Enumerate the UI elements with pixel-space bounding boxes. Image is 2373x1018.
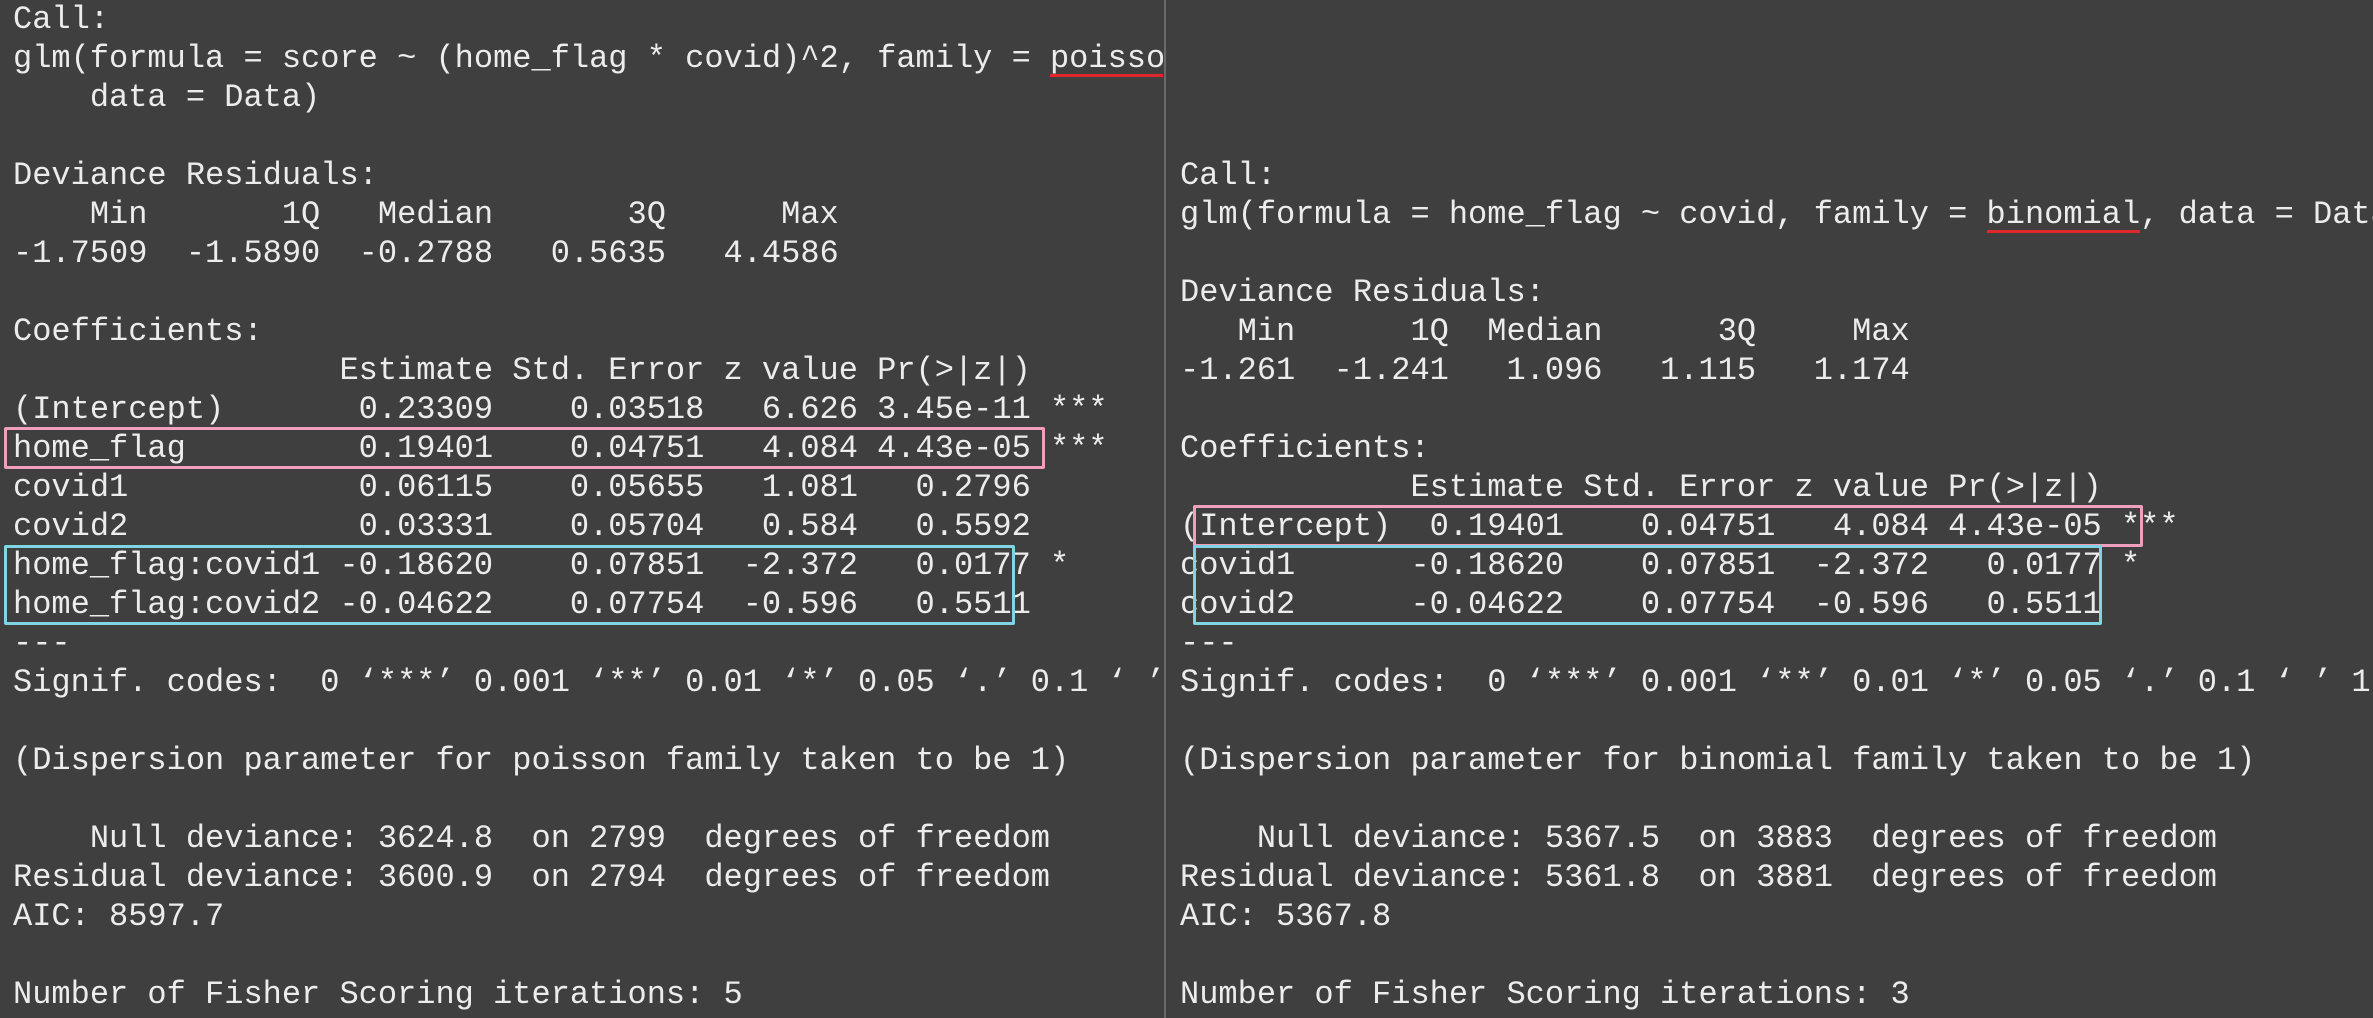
- call-line-1: glm(formula = home_flag ~ covid, family …: [1180, 195, 2373, 234]
- coefficients-title: Coefficients:: [13, 313, 263, 350]
- family-underlined: poisson: [1049, 39, 1163, 78]
- call-text: glm(formula = score ~ (home_flag * covid…: [13, 40, 1050, 77]
- separator-dashes: ---: [1180, 625, 1238, 662]
- deviance-residuals-title: Deviance Residuals:: [13, 157, 378, 194]
- coef-row: covid2 0.03331 0.05704 0.584 0.5592: [13, 508, 1108, 545]
- right-output-panel: Call: glm(formula = home_flag ~ covid, f…: [1167, 0, 2373, 1018]
- coefficients-title: Coefficients:: [1180, 430, 1430, 467]
- highlight-box-cyan: [4, 545, 1015, 625]
- coefficients-header: Estimate Std. Error z value Pr(>|z|): [1180, 469, 2179, 506]
- residual-deviance: Residual deviance: 5361.8 on 3881 degree…: [1180, 859, 2217, 896]
- fisher-iterations: Number of Fisher Scoring iterations: 5: [13, 976, 743, 1013]
- aic: AIC: 5367.8: [1180, 898, 1392, 935]
- separator-dashes: ---: [13, 625, 71, 662]
- residual-deviance: Residual deviance: 3600.9 on 2794 degree…: [13, 859, 1050, 896]
- aic: AIC: 8597.7: [13, 898, 225, 935]
- highlight-box-pink: [4, 427, 1045, 469]
- deviance-residuals-header: Min 1Q Median 3Q Max: [1180, 313, 1949, 350]
- left-output-panel: Call: glm(formula = score ~ (home_flag *…: [0, 0, 1163, 1018]
- call-line-2: data = Data): [13, 79, 321, 116]
- coefficients-header: Estimate Std. Error z value Pr(>|z|): [13, 352, 1108, 389]
- fisher-iterations: Number of Fisher Scoring iterations: 3: [1180, 976, 1910, 1013]
- dispersion-note: (Dispersion parameter for binomial famil…: [1180, 742, 2256, 779]
- call-header: Call:: [13, 1, 110, 38]
- highlight-box-cyan: [1193, 545, 2102, 625]
- screen: Call: glm(formula = score ~ (home_flag *…: [0, 0, 2373, 1018]
- panel-divider: [1164, 0, 1166, 1018]
- deviance-residuals-title: Deviance Residuals:: [1180, 274, 1545, 311]
- call-text-end: , data = Data2): [2140, 196, 2373, 233]
- family-underlined: binomial: [1986, 196, 2141, 233]
- deviance-residuals-values: -1.7509 -1.5890 -0.2788 0.5635 4.4586: [13, 235, 878, 272]
- deviance-residuals-header: Min 1Q Median 3Q Max: [13, 196, 878, 233]
- null-deviance: Null deviance: 5367.5 on 3883 degrees of…: [1180, 820, 2217, 857]
- null-deviance: Null deviance: 3624.8 on 2799 degrees of…: [13, 820, 1050, 857]
- coef-row: covid1 0.06115 0.05655 1.081 0.2796: [13, 469, 1108, 506]
- call-header: Call:: [1180, 157, 1277, 194]
- call-text: glm(formula = home_flag ~ covid, family …: [1180, 196, 1987, 233]
- signif-codes: Signif. codes: 0 ‘***’ 0.001 ‘**’ 0.01 ‘…: [13, 664, 1163, 701]
- highlight-box-pink: [1193, 505, 2143, 547]
- coef-row: (Intercept) 0.23309 0.03518 6.626 3.45e-…: [13, 391, 1108, 428]
- deviance-residuals-values: -1.261 -1.241 1.096 1.115 1.174: [1180, 352, 1949, 389]
- dispersion-note: (Dispersion parameter for poisson family…: [13, 742, 1070, 779]
- call-line-1: glm(formula = score ~ (home_flag * covid…: [13, 39, 1163, 78]
- signif-codes: Signif. codes: 0 ‘***’ 0.001 ‘**’ 0.01 ‘…: [1180, 664, 2371, 701]
